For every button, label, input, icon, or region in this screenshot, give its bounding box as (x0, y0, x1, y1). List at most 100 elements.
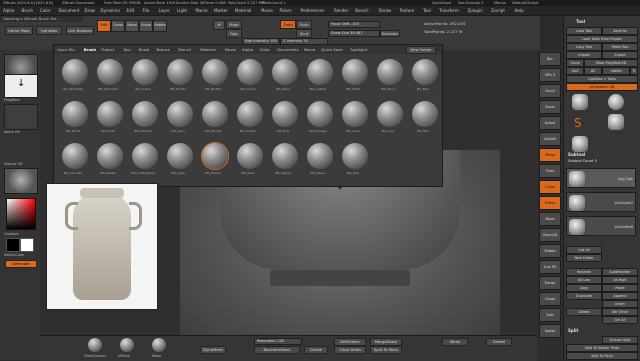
view-button-ghost[interactable]: Ghost (539, 292, 561, 306)
brush-tab-6[interactable]: Stencil (178, 47, 191, 52)
move-button[interactable]: Move (125, 20, 139, 32)
brush-tab-5[interactable]: Texture (156, 47, 170, 52)
split-to-parts-button[interactable]: Split To Parts (370, 346, 402, 354)
menu-brush[interactable]: Brush (22, 8, 34, 13)
brush-tab-2[interactable]: Project (101, 47, 114, 52)
menu-document[interactable]: Document (59, 8, 80, 13)
visible-button[interactable]: Visible (602, 67, 630, 75)
all-low-button[interactable]: All Low (566, 276, 602, 284)
brush-item[interactable]: IRS_Damage (301, 99, 335, 133)
brush-item[interactable]: IRS_Cracks (231, 57, 265, 91)
dynamic-toggle[interactable]: Dynamic (380, 30, 400, 37)
brush-tab-12[interactable]: Macro (304, 47, 316, 52)
brush-item[interactable]: IRS_Grain (336, 99, 370, 133)
view-button-aahalf[interactable]: AAHalf (539, 132, 561, 146)
brush-item[interactable]: IRS_Stone (371, 57, 405, 91)
delete-button[interactable]: Delete (566, 308, 602, 316)
main-color-swatch[interactable] (6, 238, 20, 252)
zcut-button[interactable]: Zcut (296, 29, 312, 38)
stroke-thumb[interactable]: ↓ (4, 74, 38, 98)
brush-item[interactable]: IRS_Bricks (56, 99, 90, 133)
menu-alpha[interactable]: Alpha (3, 8, 14, 13)
scale-button[interactable]: Scale (139, 20, 153, 32)
view-button-line-fill[interactable]: Line Fill (539, 260, 561, 274)
del-all-button[interactable]: Del All (602, 316, 638, 324)
make-polymesh-button[interactable]: Make PolyMesh3D (584, 59, 638, 67)
groups-split-button[interactable]: Groups Split (602, 336, 638, 344)
home-page-button[interactable]: Home Page (5, 26, 33, 35)
menu-zplugin[interactable]: Zplugin (468, 8, 483, 13)
brush-item[interactable]: IRS_Ripples (266, 141, 300, 175)
autoreorder-button[interactable]: AutoReorder (602, 268, 638, 276)
alternate-button[interactable]: Alternate (5, 260, 37, 268)
live-boolean-button[interactable]: Live Boolean (66, 26, 94, 35)
brush-tab-1[interactable]: Brush (84, 47, 96, 52)
menu-edit[interactable]: Edit (127, 8, 135, 13)
lightbox-tools-button[interactable]: Lightbox > Tools (566, 75, 638, 83)
menu-picker[interactable]: Picker (280, 8, 292, 13)
zadd-button[interactable]: Zadd (280, 20, 296, 29)
brush-item[interactable]: IRS_Rock02 (196, 57, 230, 91)
brush-item[interactable]: IRS_SkinCrack (91, 57, 125, 91)
brush-item[interactable]: IRS_Metal (336, 57, 370, 91)
view-button-solo[interactable]: Solo (539, 308, 561, 322)
brush-item[interactable]: IRS_Rock01 (161, 57, 195, 91)
brush-item[interactable]: IRS_LowPolyDmg (126, 141, 160, 175)
seethrough-slider[interactable]: See-through 0 (458, 1, 484, 5)
color-picker[interactable] (6, 198, 36, 230)
view-button-persp[interactable]: Persp (539, 148, 561, 162)
menu-layer[interactable]: Layer (159, 8, 170, 13)
menu-transform[interactable]: Transform (439, 8, 459, 13)
subtool-item[interactable]: pCylinder2 (566, 192, 636, 212)
default-zscript[interactable]: DefaultZScript (512, 1, 538, 5)
load-tools-project-button[interactable]: Load Tools From Project (566, 35, 638, 43)
current-tool-slider[interactable]: pCylinder2. 48 (566, 83, 638, 91)
view-button-move[interactable]: Move (539, 212, 561, 226)
secondary-color-swatch[interactable] (20, 238, 34, 252)
menus-toggle[interactable]: Menus (494, 1, 506, 5)
mergedown-button[interactable]: MergeDown (370, 338, 402, 346)
brush-trimdynamic[interactable] (88, 338, 102, 352)
delete-bottom-button[interactable]: Delete (486, 338, 512, 346)
lightbox-button[interactable]: LightBox (36, 26, 62, 35)
view-button-xpose[interactable]: Xpose (539, 324, 561, 338)
menu-stencil[interactable]: Stencil (355, 8, 369, 13)
brush-tab-11[interactable]: Documents (277, 47, 299, 52)
menu-draw[interactable]: Draw (85, 8, 95, 13)
rgb-button[interactable]: Rgb (226, 29, 242, 38)
load-tool-button[interactable]: Load Tool (566, 27, 602, 35)
del-other-button[interactable]: Del Other (602, 308, 638, 316)
mrgb-button[interactable]: Mrgb (226, 20, 242, 29)
menu-light[interactable]: Light (177, 8, 187, 13)
brush-move[interactable] (152, 338, 166, 352)
brush-tab-10[interactable]: Grids (260, 47, 270, 52)
alpha-thumb[interactable] (4, 104, 38, 130)
insert-button[interactable]: Insert (602, 300, 638, 308)
brush-item[interactable]: IRS_Wood (266, 57, 300, 91)
menu-marker[interactable]: Marker (214, 8, 228, 13)
brush-tab-4[interactable]: Brush (139, 47, 150, 52)
rotate-button[interactable]: Rotate (153, 20, 167, 32)
menu-dynamics[interactable]: Dynamics (101, 8, 121, 13)
brush-item[interactable]: IRS_Moss (231, 141, 265, 175)
brush-item[interactable]: IRS_Leather (301, 57, 335, 91)
brush-tab-8[interactable]: Movie (225, 47, 236, 52)
goz-button[interactable]: GoZ (566, 67, 584, 75)
view-button-zoom[interactable]: Zoom (539, 100, 561, 114)
divide-button[interactable]: Divide (304, 346, 328, 354)
subtool-item[interactable]: pCylinder6 (566, 216, 636, 236)
subtool-item[interactable]: Jug_High (566, 168, 636, 188)
brush-hpolish[interactable] (120, 338, 134, 352)
view-button-rotate[interactable]: Rotate (539, 244, 561, 258)
view-button-l-sym[interactable]: L.Sym (539, 180, 561, 194)
copy-tool-button[interactable]: Copy Tool (566, 43, 602, 51)
tool-thumb-sphere3d[interactable] (608, 94, 624, 110)
brush-item[interactable]: IRS_Concrete (56, 141, 90, 175)
quicksave-button[interactable]: QuickSave (432, 1, 451, 5)
view-button-zoom3d[interactable]: Zoom3D (539, 228, 561, 242)
r-button[interactable]: R (630, 67, 638, 75)
list-all-button[interactable]: List All (566, 246, 602, 254)
append-button[interactable]: Append (602, 292, 638, 300)
split-section[interactable]: Split (568, 328, 578, 333)
menu-movie[interactable]: Movie (261, 8, 273, 13)
